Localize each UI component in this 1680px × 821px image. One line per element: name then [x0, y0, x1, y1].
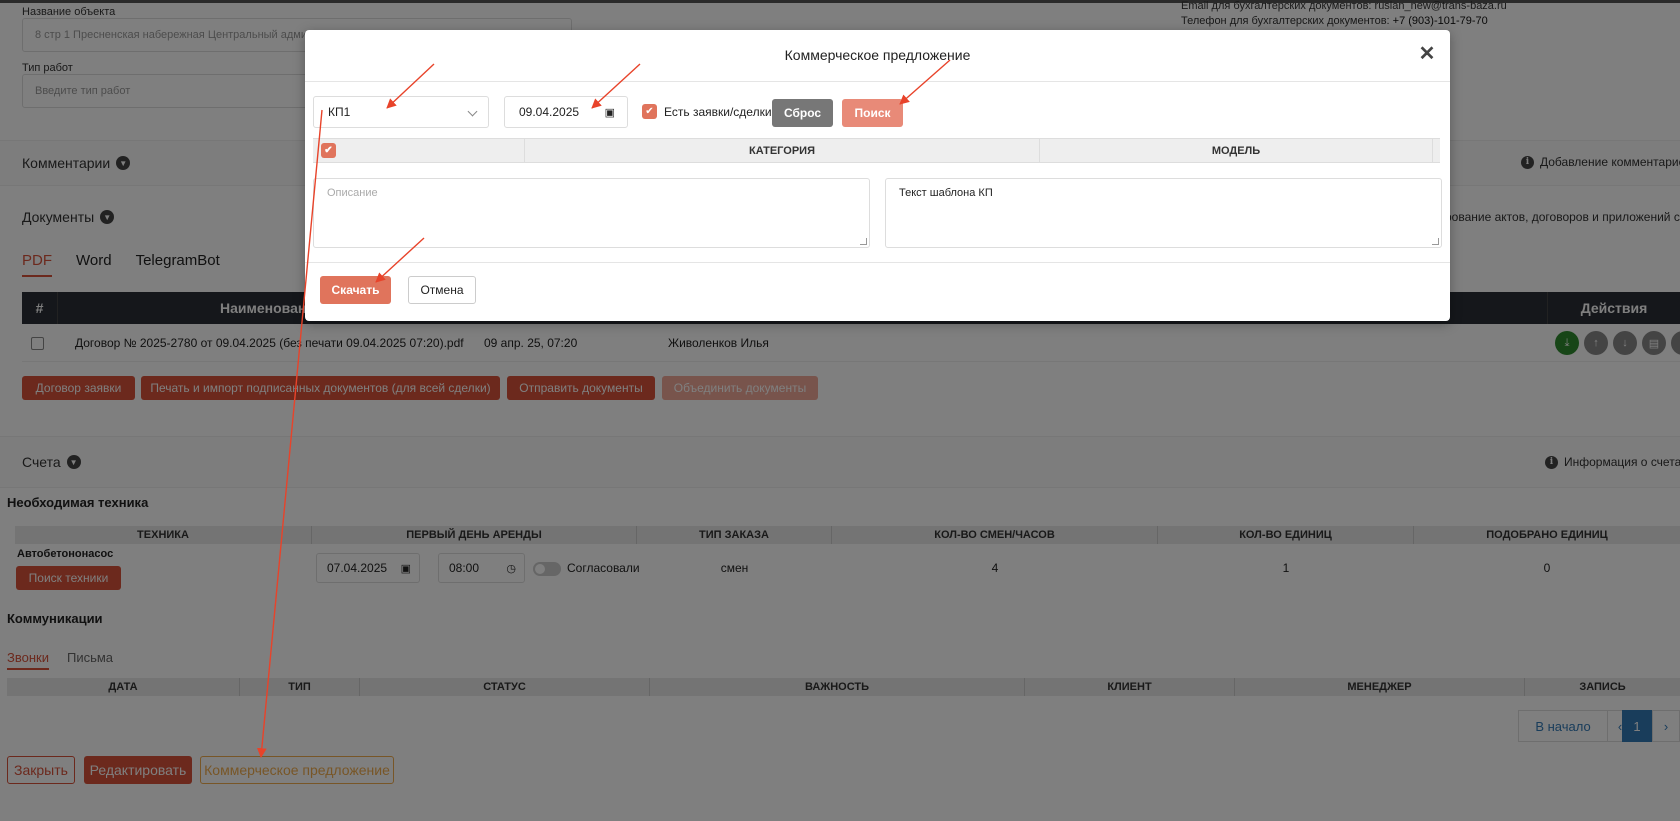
cancel-button[interactable]: Отмена — [408, 276, 476, 304]
has-requests-checkbox[interactable]: ✔ Есть заявки/сделки — [642, 104, 772, 119]
select-all-checkbox[interactable]: ✔ — [313, 139, 525, 162]
template-select[interactable]: КП1 — [313, 96, 489, 128]
resize-handle[interactable] — [1432, 238, 1439, 245]
has-requests-label: Есть заявки/сделки — [664, 104, 772, 119]
commercial-offer-modal: Коммерческое предложение ✕ КП1 09.04.202… — [305, 30, 1450, 321]
offer-grid-header: ✔ КАТЕГОРИЯ МОДЕЛЬ — [313, 138, 1440, 163]
resize-handle[interactable] — [860, 238, 867, 245]
date-input[interactable]: 09.04.2025 ▣ — [504, 96, 628, 128]
template-text-value: Текст шаблона КП — [899, 187, 993, 199]
check-icon[interactable]: ✔ — [642, 104, 657, 119]
calendar-icon[interactable]: ▣ — [605, 106, 615, 119]
date-input-value: 09.04.2025 — [519, 105, 580, 119]
download-button[interactable]: Скачать — [320, 276, 391, 304]
template-text-textarea[interactable]: Текст шаблона КП — [885, 178, 1442, 248]
modal-footer: Скачать Отмена — [305, 262, 1450, 321]
template-select-value: КП1 — [328, 105, 351, 119]
chevron-down-icon[interactable] — [467, 106, 478, 117]
close-icon[interactable]: ✕ — [1416, 42, 1438, 65]
description-textarea[interactable]: Описание — [313, 178, 870, 248]
check-icon[interactable]: ✔ — [321, 143, 336, 158]
col-model: МОДЕЛЬ — [1040, 139, 1433, 162]
modal-header: Коммерческое предложение ✕ — [305, 30, 1450, 82]
col-category: КАТЕГОРИЯ — [525, 139, 1040, 162]
reset-button[interactable]: Сброс — [772, 99, 833, 127]
description-placeholder: Описание — [327, 187, 378, 199]
search-button[interactable]: Поиск — [842, 99, 903, 127]
modal-title: Коммерческое предложение — [784, 47, 971, 63]
